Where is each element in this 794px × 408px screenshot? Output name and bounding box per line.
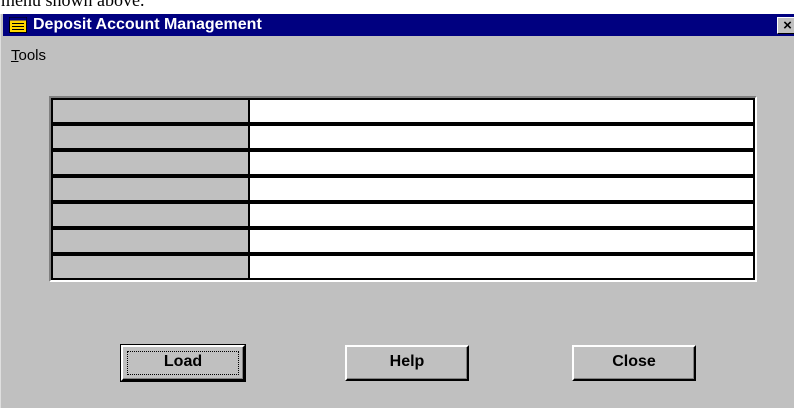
grid-value-cell[interactable] <box>250 256 753 278</box>
close-button[interactable]: Close <box>572 345 696 381</box>
grid-row[interactable] <box>51 176 755 200</box>
grid-value-cell[interactable] <box>250 204 753 226</box>
grid-row[interactable] <box>51 228 755 252</box>
load-button[interactable]: Load <box>120 344 246 382</box>
grid-row-header <box>53 100 248 122</box>
grid-row-header <box>53 178 248 200</box>
menu-tools-label: ools <box>18 47 47 64</box>
load-button-label: Load <box>163 353 203 370</box>
close-button-label: Close <box>612 353 656 370</box>
grid-row[interactable] <box>51 254 755 278</box>
account-grid <box>49 96 757 282</box>
grid-row-header <box>53 230 248 252</box>
grid-row-header <box>53 152 248 174</box>
grid-row[interactable] <box>51 124 755 148</box>
grid-row-header <box>53 204 248 226</box>
background-text-strip: menu shown above. <box>0 0 794 14</box>
grid-value-cell[interactable] <box>250 100 753 122</box>
help-button-label: Help <box>389 353 425 370</box>
grid-value-cell[interactable] <box>250 230 753 252</box>
menu-bar: Tools <box>11 47 46 64</box>
grid-row-header <box>53 126 248 148</box>
grid-row-header <box>53 256 248 278</box>
clipped-document-text: menu shown above. <box>1 0 145 10</box>
close-window-icon[interactable]: × <box>777 17 794 34</box>
grid-value-cell[interactable] <box>250 152 753 174</box>
grid-row[interactable] <box>51 98 755 122</box>
deposit-account-window: Deposit Account Management × Tools Load … <box>0 14 794 408</box>
title-bar[interactable]: Deposit Account Management × <box>3 14 794 36</box>
grid-row[interactable] <box>51 202 755 226</box>
menu-tools-mnemonic: T <box>11 47 19 64</box>
grid-value-cell[interactable] <box>250 126 753 148</box>
grid-row[interactable] <box>51 150 755 174</box>
grid-value-cell[interactable] <box>250 178 753 200</box>
help-button[interactable]: Help <box>345 345 469 381</box>
menu-tools[interactable]: Tools <box>11 47 46 64</box>
window-title: Deposit Account Management <box>33 16 262 33</box>
window-app-icon <box>9 17 27 33</box>
